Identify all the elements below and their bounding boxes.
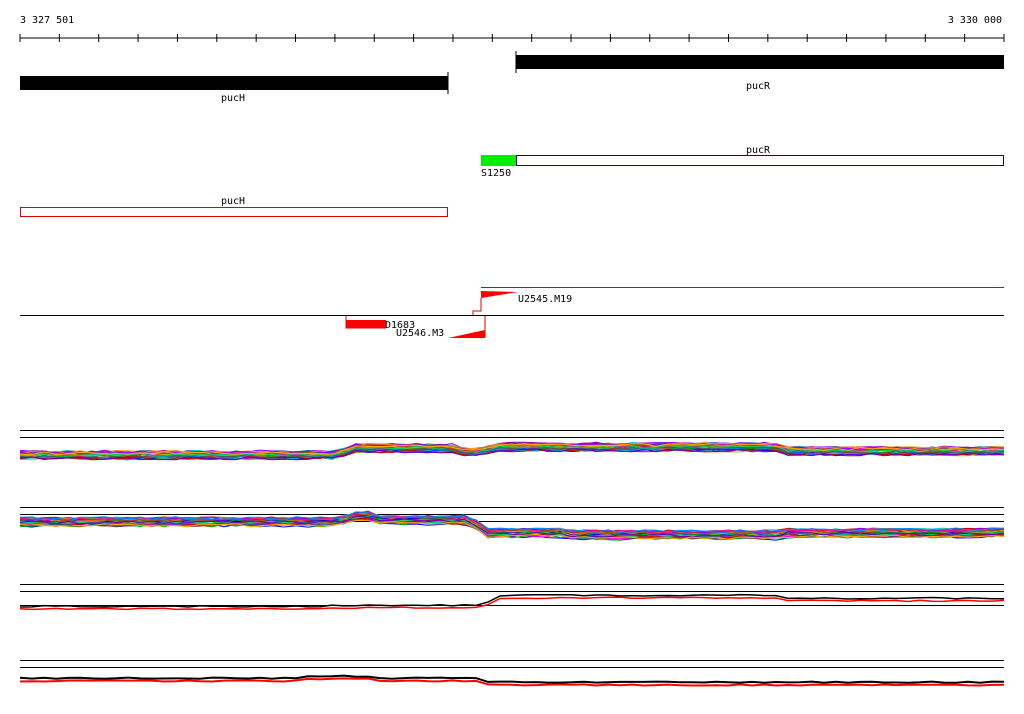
u-plus-hook [472,298,482,316]
u-plus-label: U2545.M19 [518,294,572,305]
expression-tracks [19,430,1005,687]
cds-box-pucr[interactable] [516,155,1004,166]
cds-box-puch[interactable] [20,207,448,217]
gene-label-pucr: pucR [746,81,771,92]
d-feature-box[interactable] [346,320,386,328]
feature-track: U2545.M19 D1683 U2546.M3 [20,287,1004,339]
ruler-start-label: 3 327 501 [20,15,74,26]
genome-browser-view: 3 327 501 3 330 000 pucH pucR pucR S1250… [19,15,1005,687]
gene-bar-puch[interactable] [20,76,448,90]
forward-strand-track: pucR S1250 [481,145,1004,179]
reverse-strand-track: pucH [20,196,448,217]
cds-label-pucr: pucR [746,145,771,156]
s-feature-box[interactable] [481,155,516,166]
coordinate-ruler: 3 327 501 3 330 000 [19,15,1005,42]
s-feature-label: S1250 [481,168,511,179]
cds-label-puch: pucH [221,196,245,207]
u-minus-label: U2546.M3 [396,328,444,339]
gene-track: pucH pucR [20,51,1004,104]
expression-track-4 [19,660,1005,687]
u-minus-marker[interactable] [448,330,485,338]
expression-track-1 [19,430,1005,461]
gene-bar-pucr[interactable] [516,55,1004,69]
u-plus-marker[interactable] [481,291,518,298]
ruler-end-label: 3 330 000 [948,15,1002,26]
expression-track-3 [19,584,1005,611]
expression-track-2 [19,507,1005,541]
gene-label-puch: pucH [221,93,245,104]
